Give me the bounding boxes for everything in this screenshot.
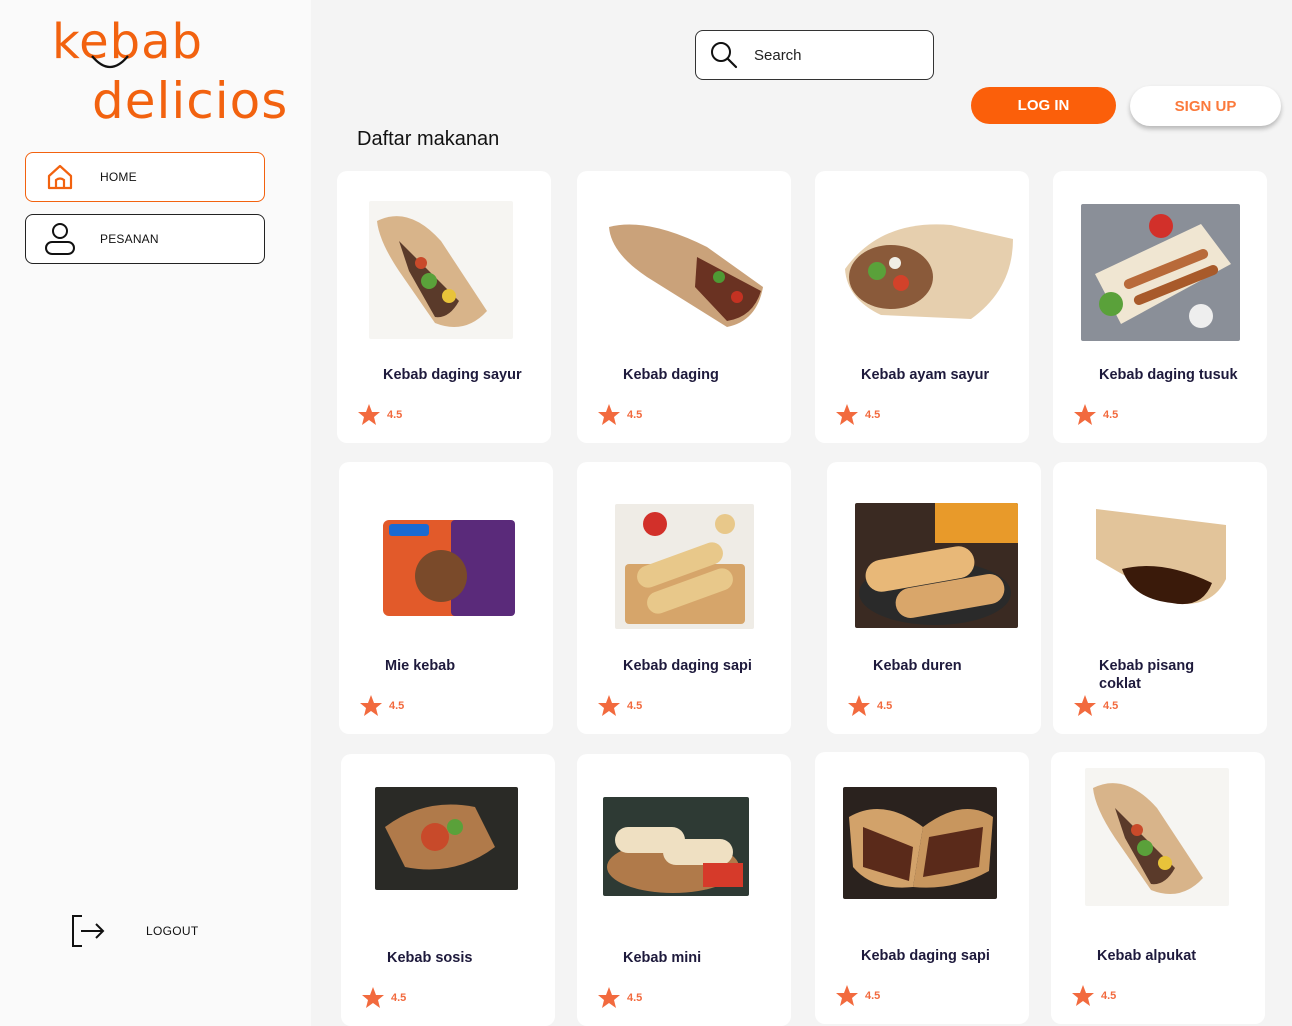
rating: 4.5 — [1071, 984, 1116, 1007]
login-button[interactable]: LOG IN — [971, 87, 1116, 124]
food-image-kebab — [603, 797, 749, 896]
star-icon — [360, 695, 382, 716]
star-icon — [1072, 985, 1094, 1006]
logout-button[interactable]: LOGOUT — [68, 912, 198, 950]
rating-value: 4.5 — [627, 408, 643, 421]
star-icon — [598, 695, 620, 716]
sidebar: kebab delicios HOME PESANAN LOGOUT — [0, 0, 311, 1026]
rating: 4.5 — [835, 403, 880, 426]
food-name: Kebab daging tusuk — [1099, 367, 1238, 383]
rating: 4.5 — [597, 403, 642, 426]
star-icon — [848, 695, 870, 716]
star-icon — [598, 404, 620, 425]
search-icon — [711, 42, 738, 69]
rating: 4.5 — [835, 984, 880, 1007]
food-image-kebab — [607, 217, 765, 331]
rating: 4.5 — [1073, 694, 1118, 717]
rating-value: 4.5 — [865, 408, 881, 421]
food-name: Mie kebab — [385, 658, 456, 674]
star-icon — [1074, 404, 1096, 425]
rating-value: 4.5 — [1101, 989, 1117, 1002]
food-card[interactable]: Kebab ayam sayur 4.5 — [815, 171, 1029, 443]
rating-value: 4.5 — [877, 699, 893, 712]
food-card[interactable]: Kebab daging sayur 4.5 — [337, 171, 551, 443]
food-image-kebab — [1081, 204, 1240, 341]
page-title: Daftar makanan — [357, 128, 500, 150]
star-icon — [836, 985, 858, 1006]
star-icon — [362, 987, 384, 1008]
sidebar-item-home[interactable]: HOME — [25, 152, 265, 202]
rating-value: 4.5 — [627, 991, 643, 1004]
food-name: Kebab alpukat — [1097, 948, 1197, 964]
rating-value: 4.5 — [1103, 699, 1119, 712]
food-name: Kebab daging — [623, 367, 719, 383]
food-image-kebab — [855, 503, 1018, 628]
rating-value: 4.5 — [391, 991, 407, 1004]
food-name: Kebab daging sapi — [861, 948, 990, 964]
logout-label: LOGOUT — [146, 924, 199, 938]
food-image-kebab — [843, 787, 997, 899]
sidebar-item-pesanan[interactable]: PESANAN — [25, 214, 265, 264]
food-name: Kebab daging sapi — [623, 658, 752, 674]
food-card[interactable]: Kebab duren 4.5 — [827, 462, 1041, 734]
food-card[interactable]: Kebab sosis 4.5 — [341, 754, 555, 1026]
food-card[interactable]: Kebab pisang coklat 4.5 — [1053, 462, 1267, 734]
food-image-kebab — [1092, 499, 1230, 634]
food-image-kebab — [1085, 768, 1229, 906]
rating-value: 4.5 — [627, 699, 643, 712]
sidebar-item-label: HOME — [100, 170, 137, 184]
search-bar[interactable] — [695, 30, 934, 80]
star-icon — [358, 404, 380, 425]
rating: 4.5 — [597, 694, 642, 717]
home-icon — [40, 157, 80, 197]
food-card[interactable]: Kebab daging tusuk 4.5 — [1053, 171, 1267, 443]
logout-icon — [72, 915, 105, 947]
rating: 4.5 — [357, 403, 402, 426]
rating: 4.5 — [847, 694, 892, 717]
user-icon — [40, 219, 80, 259]
rating-value: 4.5 — [865, 989, 881, 1002]
food-image-noodle-pack — [381, 518, 517, 618]
food-name: Kebab mini — [623, 950, 702, 966]
rating: 4.5 — [359, 694, 404, 717]
food-name: Kebab pisang coklat — [1099, 658, 1195, 692]
star-icon — [836, 404, 858, 425]
food-card[interactable]: Kebab daging sapi 4.5 — [577, 462, 791, 734]
food-card[interactable]: Kebab daging sapi 4.5 — [815, 752, 1029, 1024]
food-image-kebab — [841, 219, 1015, 325]
food-card[interactable]: Kebab daging 4.5 — [577, 171, 791, 443]
food-card[interactable]: Mie kebab 4.5 — [339, 462, 553, 734]
signup-button[interactable]: SIGN UP — [1130, 86, 1281, 126]
food-card[interactable]: Kebab alpukat 4.5 — [1051, 752, 1265, 1024]
rating-value: 4.5 — [1103, 408, 1119, 421]
food-name: Kebab sosis — [387, 950, 473, 966]
rating-value: 4.5 — [387, 408, 403, 421]
brand-logo-line2: delicios — [92, 72, 289, 130]
food-name: Kebab ayam sayur — [861, 367, 990, 383]
search-input[interactable] — [754, 46, 904, 64]
rating: 4.5 — [597, 986, 642, 1009]
food-card[interactable]: Kebab mini 4.5 — [577, 754, 791, 1026]
star-icon — [598, 987, 620, 1008]
food-image-kebab — [615, 504, 754, 629]
food-name: Kebab daging sayur — [383, 367, 522, 383]
rating: 4.5 — [361, 986, 406, 1009]
rating: 4.5 — [1073, 403, 1118, 426]
sidebar-item-label: PESANAN — [100, 232, 159, 246]
star-icon — [1074, 695, 1096, 716]
food-image-kebab — [369, 201, 513, 339]
logo-smile-icon — [91, 55, 129, 69]
food-name: Kebab duren — [873, 658, 962, 674]
rating-value: 4.5 — [389, 699, 405, 712]
food-image-kebab — [375, 787, 518, 890]
